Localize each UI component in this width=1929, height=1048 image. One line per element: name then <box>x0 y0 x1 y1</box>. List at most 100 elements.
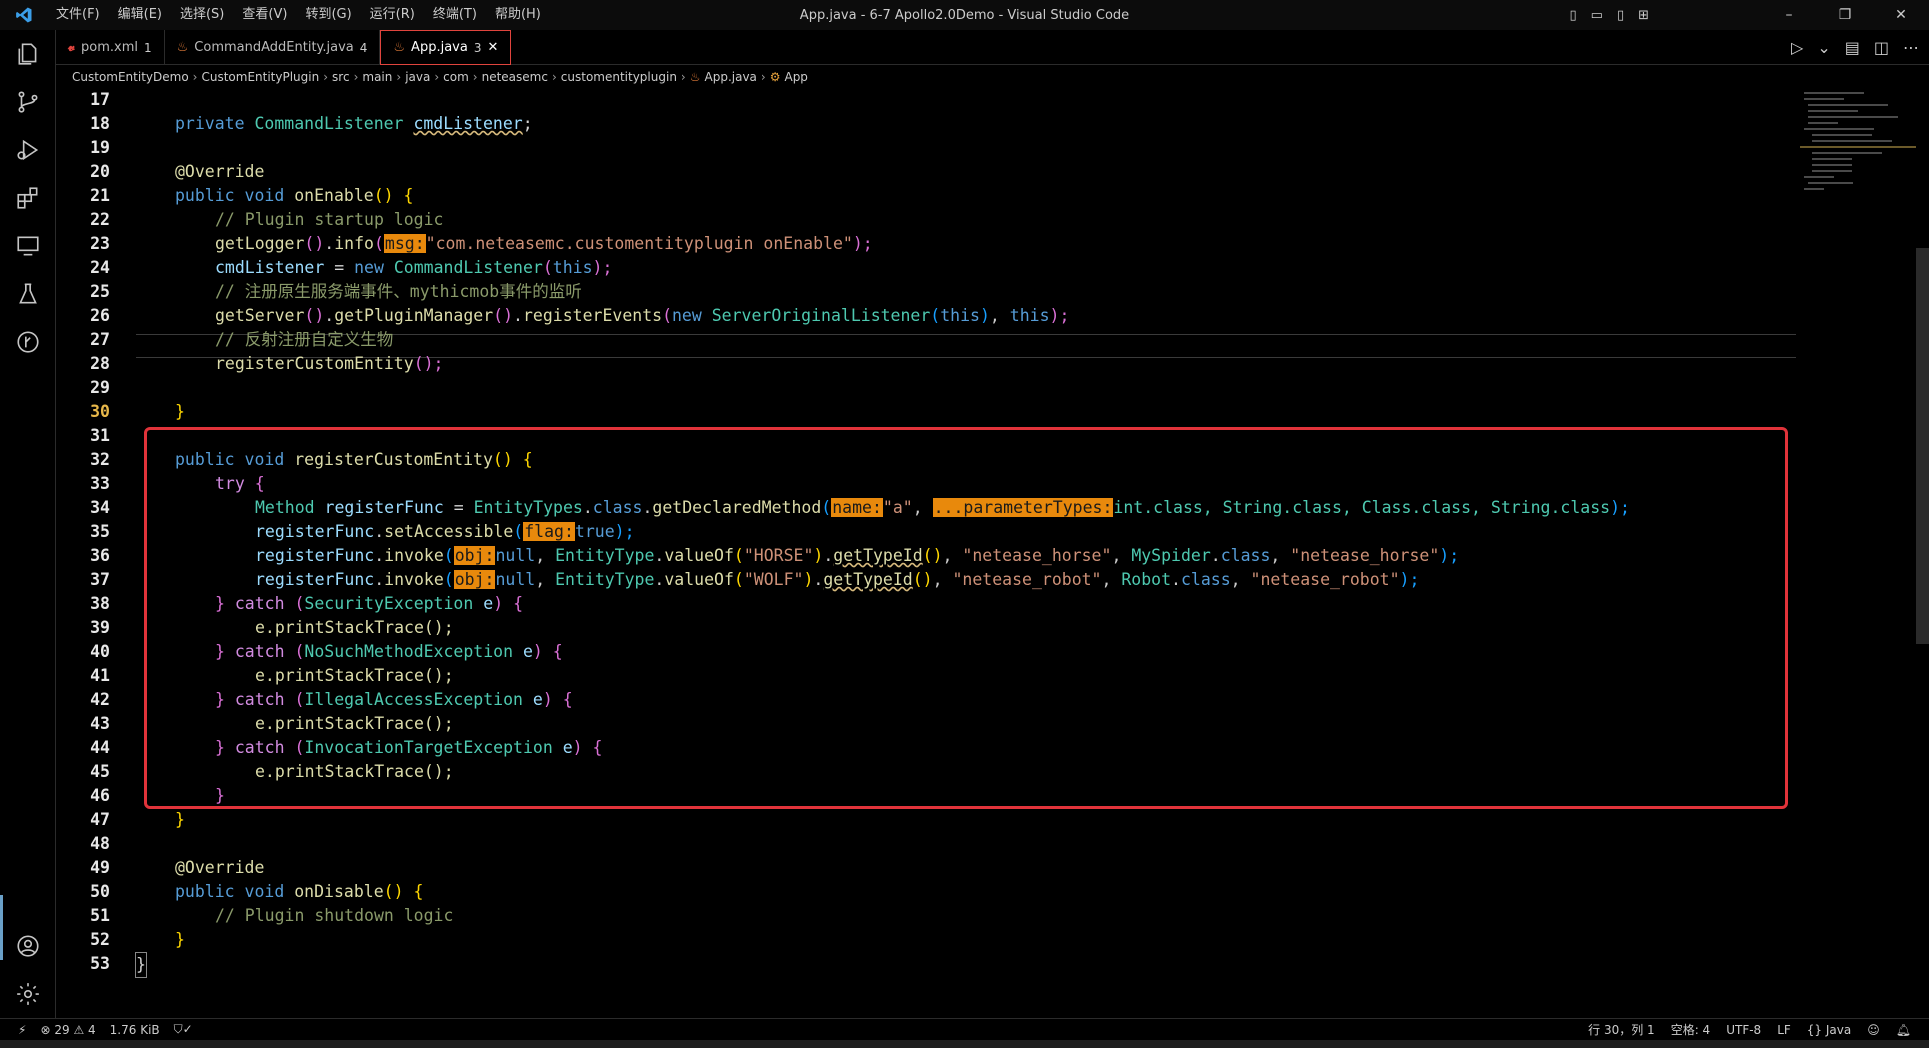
toggle-secondary-sidebar-icon[interactable]: ▯ <box>1617 8 1624 23</box>
vertical-scrollbar[interactable] <box>1916 248 1929 644</box>
language-mode[interactable]: {} Java <box>1807 1023 1851 1037</box>
code-line: // 反射注册自定义生物 <box>215 330 394 349</box>
end-of-line[interactable]: LF <box>1777 1023 1791 1037</box>
code-line: // Plugin startup logic <box>215 210 444 229</box>
editor-actions: ▷ ⌄ ▤ ◫ ⋯ <box>1791 30 1919 65</box>
breadcrumb-item[interactable]: com <box>443 70 469 84</box>
cursor-position[interactable]: 行 30，列 1 <box>1588 1021 1655 1038</box>
breadcrumb-item[interactable]: main <box>362 70 392 84</box>
extensions-icon[interactable] <box>0 174 56 222</box>
settings-gear-icon[interactable] <box>0 970 56 1018</box>
menu-run[interactable]: 运行(R) <box>362 0 423 30</box>
code-line: } <box>175 402 185 421</box>
taskbar-strip <box>0 1040 1929 1048</box>
breadcrumb-item[interactable]: CustomEntityPlugin <box>201 70 319 84</box>
activity-bar <box>0 30 56 1018</box>
title-bar: 文件(F) 编辑(E) 选择(S) 查看(V) 转到(G) 运行(R) 终端(T… <box>0 0 1929 30</box>
error-count: 29 <box>54 1022 70 1037</box>
testing-icon[interactable] <box>0 270 56 318</box>
feedback-icon[interactable]: ☺ <box>1867 1023 1880 1037</box>
accounts-icon[interactable] <box>0 922 56 970</box>
tab-problem-count: 1 <box>144 40 152 55</box>
run-java-icon[interactable]: ▷ <box>1791 38 1803 57</box>
window-controls: – ❐ ✕ <box>1761 0 1929 30</box>
minimize-button[interactable]: – <box>1761 0 1817 30</box>
breadcrumb: CustomEntityDemo › CustomEntityPlugin › sr… <box>72 70 808 84</box>
file-size: 1.76 KiB <box>109 1022 160 1037</box>
menu-edit[interactable]: 编辑(E) <box>110 0 170 30</box>
remote-indicator-icon[interactable]: ⚡ <box>18 1023 26 1037</box>
chevron-down-icon[interactable]: ⌄ <box>1817 38 1830 57</box>
close-window-button[interactable]: ✕ <box>1873 0 1929 30</box>
menu-file[interactable]: 文件(F) <box>48 0 108 30</box>
explorer-icon[interactable] <box>0 30 56 78</box>
gitlens-icon[interactable] <box>0 318 56 366</box>
error-icon: ⊗ <box>40 1022 51 1037</box>
split-editor-icon[interactable]: ◫ <box>1874 38 1889 57</box>
tab-problem-count: 4 <box>359 40 368 55</box>
indentation[interactable]: 空格: 4 <box>1671 1021 1711 1038</box>
toggle-panel-icon[interactable]: ▭ <box>1591 8 1603 23</box>
code-line: public void onDisable() { <box>175 882 424 901</box>
maven-icon: 𝓿 <box>68 40 76 55</box>
problems-indicator[interactable]: ⊗ 29 ⚠ 4 <box>40 1023 95 1037</box>
open-changes-icon[interactable]: ▤ <box>1845 38 1860 57</box>
java-icon: ♨ <box>393 40 406 55</box>
tab-label: pom.xml <box>81 40 138 55</box>
class-symbol-icon: ⚙ <box>769 70 781 84</box>
breadcrumb-item[interactable]: neteasemc <box>482 70 548 84</box>
code-line: registerCustomEntity(); <box>215 354 444 373</box>
java-status-icon[interactable]: ⛉✓ <box>174 1022 193 1037</box>
braces-icon: {} <box>1806 1022 1823 1037</box>
source-control-icon[interactable] <box>0 78 56 126</box>
remote-explorer-icon[interactable] <box>0 222 56 270</box>
code-line: getLogger().info(msg:"com.neteasemc.cust… <box>215 234 873 253</box>
toggle-sidebar-icon[interactable]: ▯ <box>1569 8 1576 23</box>
line-number: 30 <box>90 402 110 421</box>
line-number: 53 <box>90 954 110 973</box>
code-line: public void onEnable() { <box>175 186 414 205</box>
layout-controls: ▯ ▭ ▯ ⊞ <box>1569 0 1649 30</box>
breadcrumb-item[interactable]: src <box>332 70 350 84</box>
encoding[interactable]: UTF-8 <box>1726 1023 1761 1037</box>
customize-layout-icon[interactable]: ⊞ <box>1638 8 1649 23</box>
menu-selection[interactable]: 选择(S) <box>172 0 232 30</box>
run-debug-icon[interactable] <box>0 126 56 174</box>
vscode-logo-icon <box>0 6 48 24</box>
breadcrumb-item[interactable]: App.java <box>705 70 757 84</box>
breadcrumb-item[interactable]: customentityplugin <box>561 70 677 84</box>
tab-app-java[interactable]: ♨ App.java 3 ✕ <box>380 30 512 65</box>
code-line: } <box>175 930 185 949</box>
annotation-highlight-box <box>144 427 1788 809</box>
notifications-bell-icon[interactable]: 🔔︎ <box>1896 1023 1911 1037</box>
tab-pom-xml[interactable]: 𝓿 pom.xml 1 <box>56 30 165 65</box>
status-bar: ⚡ ⊗ 29 ⚠ 4 1.76 KiB ⛉✓ 行 30，列 1 空格: 4 UT… <box>0 1018 1929 1040</box>
tab-label: CommandAddEntity.java <box>194 40 354 55</box>
code-line: @Override <box>175 162 265 181</box>
close-tab-icon[interactable]: ✕ <box>487 40 498 55</box>
code-line: private CommandListener cmdListener; <box>175 114 533 133</box>
menu-help[interactable]: 帮助(H) <box>487 0 549 30</box>
warning-count: 4 <box>88 1022 96 1037</box>
code-line: getServer().getPluginManager().registerE… <box>215 306 1070 325</box>
warning-icon: ⚠ <box>73 1022 85 1037</box>
code-line: @Override <box>175 858 265 877</box>
tab-label: App.java <box>411 40 468 55</box>
menu-terminal[interactable]: 终端(T) <box>425 0 485 30</box>
more-actions-icon[interactable]: ⋯ <box>1903 38 1919 57</box>
menu-view[interactable]: 查看(V) <box>234 0 295 30</box>
minimap[interactable] <box>1800 88 1920 248</box>
editor-tabs: 𝓿 pom.xml 1 ♨ CommandAddEntity.java 4 ♨ … <box>56 30 1929 65</box>
menu-bar: 文件(F) 编辑(E) 选择(S) 查看(V) 转到(G) 运行(R) 终端(T… <box>48 0 549 30</box>
tab-problem-count: 3 <box>473 40 482 55</box>
breadcrumb-item[interactable]: App <box>784 70 807 84</box>
code-line: } <box>56 928 1796 978</box>
breadcrumb-item[interactable]: java <box>405 70 430 84</box>
menu-go[interactable]: 转到(G) <box>297 0 359 30</box>
tab-commandaddentity-java[interactable]: ♨ CommandAddEntity.java 4 <box>165 30 381 65</box>
breadcrumb-item[interactable]: CustomEntityDemo <box>72 70 189 84</box>
java-icon: ♨ <box>689 70 701 84</box>
code-line: // Plugin shutdown logic <box>215 906 454 925</box>
code-line: cmdListener = new CommandListener(this); <box>215 258 613 277</box>
restore-button[interactable]: ❐ <box>1817 0 1873 30</box>
